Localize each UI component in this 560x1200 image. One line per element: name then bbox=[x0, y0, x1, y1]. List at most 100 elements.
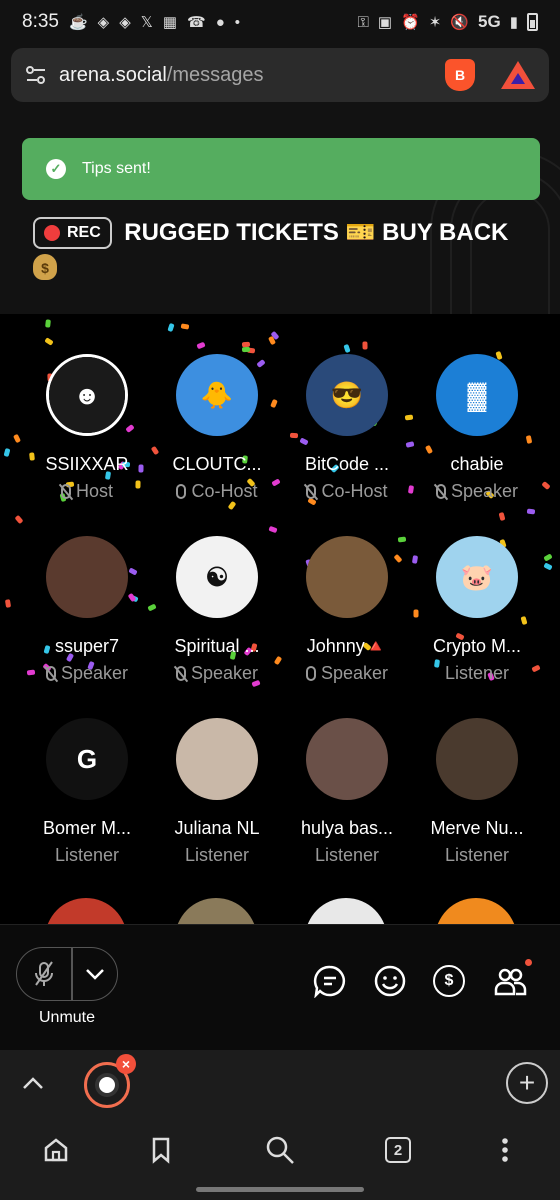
participant-card[interactable]: Juliana NL Listener bbox=[152, 718, 282, 876]
participant-name: CLOUTC... bbox=[172, 454, 262, 474]
participant-card[interactable]: 🐷 Crypto M... Listener bbox=[412, 536, 542, 694]
role-label: Listener bbox=[184, 845, 250, 865]
avatar-image: ☻ bbox=[49, 357, 125, 433]
mic-icon bbox=[305, 666, 316, 681]
space-header: ✓ Tips sent! REC RUGGED TICKETS 🎫 BUY BA… bbox=[0, 110, 560, 314]
reactions-button[interactable] bbox=[372, 963, 408, 999]
confetti-piece bbox=[4, 599, 12, 608]
confetti-piece bbox=[180, 323, 190, 330]
signal-icon: ▮ bbox=[509, 14, 518, 31]
participant-role: Listener bbox=[445, 663, 509, 684]
home-icon bbox=[44, 1138, 68, 1162]
mic-off-icon bbox=[435, 484, 446, 499]
role-label: Co-Host bbox=[321, 481, 388, 501]
mic-control[interactable] bbox=[16, 947, 118, 1001]
url-path: /messages bbox=[166, 63, 264, 86]
people-icon bbox=[494, 968, 527, 996]
avatar[interactable]: ☻ bbox=[46, 354, 128, 436]
avatar[interactable] bbox=[306, 536, 388, 618]
participants-button[interactable] bbox=[492, 959, 532, 999]
mic-off-icon bbox=[60, 484, 71, 499]
avatar[interactable]: 😎 bbox=[306, 354, 388, 436]
confetti-piece bbox=[196, 341, 206, 350]
participant-role: Co-Host bbox=[306, 481, 388, 502]
avatar-partial[interactable] bbox=[435, 898, 517, 924]
participant-card[interactable]: ▓ chabie Speaker bbox=[412, 354, 542, 512]
participant-role: Speaker bbox=[305, 663, 388, 684]
participant-name: hulya bas... bbox=[300, 818, 394, 838]
network-label: 5G bbox=[478, 12, 501, 31]
mute-icon: 🔇 bbox=[450, 14, 470, 31]
participant-card[interactable]: ssuper7 Speaker bbox=[22, 536, 152, 694]
avatar-partial[interactable] bbox=[45, 898, 127, 924]
avatar-image: G bbox=[46, 718, 128, 800]
browser-bottom-nav: 2 bbox=[0, 1118, 560, 1200]
mic-off-icon bbox=[306, 484, 317, 499]
new-tab-button[interactable]: + bbox=[506, 1062, 548, 1104]
avatar[interactable]: ☯ bbox=[176, 536, 258, 618]
home-button[interactable] bbox=[38, 1132, 74, 1168]
expand-tabs-button[interactable] bbox=[22, 1070, 44, 1096]
unmute-label: Unmute bbox=[38, 1009, 96, 1026]
avatar[interactable]: ▓ bbox=[436, 354, 518, 436]
avatar-image bbox=[46, 536, 128, 618]
confetti-piece bbox=[241, 346, 251, 353]
avatar[interactable]: 🐥 bbox=[176, 354, 258, 436]
participant-card[interactable]: G Bomer M... Listener bbox=[22, 718, 152, 876]
mic-toggle-button[interactable] bbox=[17, 948, 71, 1000]
avatar-partial[interactable] bbox=[175, 898, 257, 924]
notification-dot bbox=[525, 959, 532, 966]
participant-name: Johnny🔺 bbox=[306, 636, 388, 656]
avatar[interactable]: 🐷 bbox=[436, 536, 518, 618]
avatar[interactable] bbox=[436, 718, 518, 800]
participant-card[interactable]: ☻ SSIIXXAR Host bbox=[22, 354, 152, 512]
battery-icon bbox=[527, 13, 538, 31]
avatar[interactable]: G bbox=[46, 718, 128, 800]
confetti-piece bbox=[167, 322, 175, 333]
mic-off-icon bbox=[45, 666, 56, 681]
participant-card[interactable]: ☯ Spiritual ... Speaker bbox=[152, 536, 282, 694]
participant-name: Crypto M... bbox=[432, 636, 521, 656]
brave-shields-icon[interactable]: B bbox=[445, 59, 475, 91]
mic-off-icon bbox=[35, 961, 53, 986]
home-indicator bbox=[196, 1187, 364, 1192]
role-label: Host bbox=[75, 481, 113, 501]
avatar[interactable] bbox=[46, 536, 128, 618]
url-text[interactable]: arena.social/messages bbox=[59, 64, 445, 87]
avatar-image bbox=[306, 718, 388, 800]
avatar-image: 🐷 bbox=[436, 536, 518, 618]
rec-badge: REC bbox=[33, 217, 112, 249]
mic-options-button[interactable] bbox=[73, 948, 118, 1000]
participant-role: Co-Host bbox=[176, 481, 258, 502]
avatar-partial[interactable] bbox=[305, 898, 387, 924]
browser-toolbar: arena.social/messages B bbox=[0, 44, 560, 110]
chat-button[interactable] bbox=[312, 963, 348, 999]
url-bar[interactable]: arena.social/messages B bbox=[11, 48, 549, 102]
more-icon bbox=[502, 1138, 508, 1162]
avatar-image: ☯ bbox=[176, 536, 258, 618]
avatar[interactable] bbox=[176, 718, 258, 800]
role-label: Co-Host bbox=[191, 481, 258, 501]
search-button[interactable] bbox=[262, 1132, 298, 1168]
avatar-image: ▓ bbox=[436, 354, 518, 436]
toast-text: Tips sent! bbox=[82, 160, 151, 177]
brave-rewards-icon[interactable] bbox=[501, 61, 535, 89]
tip-button[interactable]: $ bbox=[431, 963, 467, 999]
role-label: Listener bbox=[314, 845, 380, 865]
avatar[interactable] bbox=[306, 718, 388, 800]
confetti-piece bbox=[543, 553, 553, 562]
chat-icon bbox=[313, 965, 346, 998]
avatar-image: 🐥 bbox=[176, 354, 258, 436]
bookmarks-button[interactable] bbox=[143, 1132, 179, 1168]
confetti-piece bbox=[541, 480, 551, 491]
participant-card[interactable]: Merve Nu... Listener bbox=[412, 718, 542, 876]
participant-card[interactable]: hulya bas... Listener bbox=[282, 718, 412, 876]
site-settings-icon[interactable] bbox=[25, 65, 47, 85]
close-tab-button[interactable]: × bbox=[116, 1054, 136, 1074]
tabs-button[interactable]: 2 bbox=[380, 1132, 416, 1168]
discord-icon: ◈ bbox=[97, 14, 110, 31]
menu-button[interactable] bbox=[487, 1132, 523, 1168]
participant-card[interactable]: 🐥 CLOUTC... Co-Host bbox=[152, 354, 282, 512]
participant-card[interactable]: 😎 BitCode ... Co-Host bbox=[282, 354, 412, 512]
participant-card[interactable]: Johnny🔺 Speaker bbox=[282, 536, 412, 694]
